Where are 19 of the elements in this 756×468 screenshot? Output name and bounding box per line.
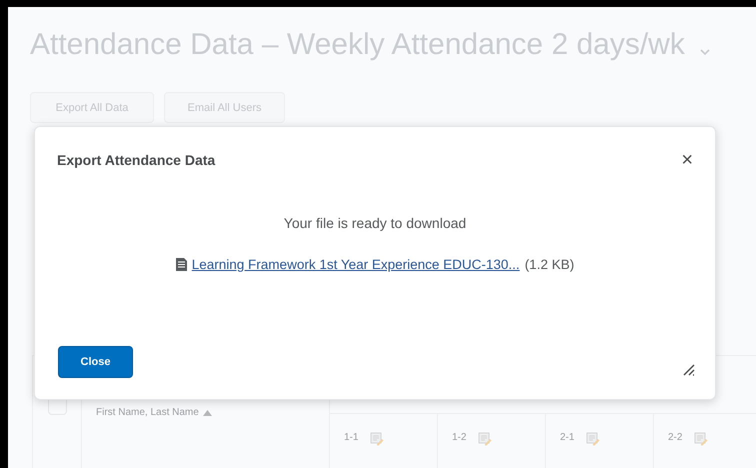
edit-sheet-icon[interactable] (586, 432, 600, 446)
column-header[interactable]: First Name, Last Name (96, 407, 199, 418)
edit-sheet-icon[interactable] (478, 432, 492, 446)
edit-sheet-icon[interactable] (370, 432, 384, 446)
close-button[interactable]: Close (58, 346, 133, 378)
dialog-title: Export Attendance Data (57, 152, 216, 168)
resize-handle-icon[interactable] (683, 364, 695, 376)
column-header[interactable]: 2-2 (668, 432, 682, 443)
edit-sheet-icon[interactable] (694, 432, 708, 446)
sort-ascending-icon[interactable] (202, 410, 212, 416)
document-icon (176, 258, 187, 271)
column-header[interactable]: 1-1 (344, 432, 358, 443)
close-button[interactable]: × (679, 150, 695, 170)
column-header[interactable]: 2-1 (560, 432, 574, 443)
file-size: (1.2 KB) (524, 257, 574, 272)
chevron-down-icon[interactable] (698, 48, 711, 56)
file-link[interactable]: Learning Framework 1st Year Experience EDUC-130... (192, 257, 520, 272)
ready-message: Your file is ready to download (282, 215, 468, 231)
column-header[interactable]: 1-2 (452, 432, 466, 443)
